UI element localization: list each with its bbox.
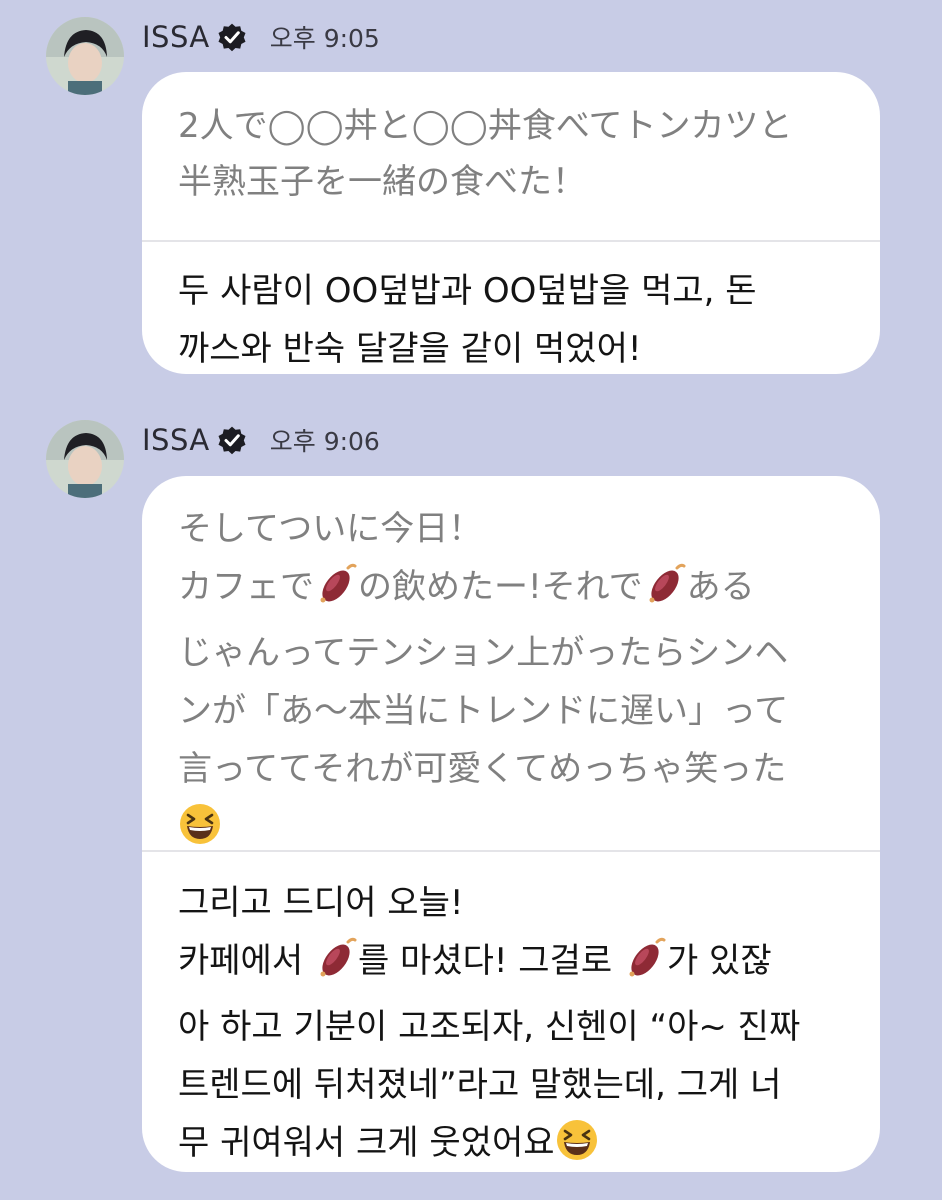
translated-text: 그리고 드디어 오늘! 카페에서 를 마셨다! 그걸로 가 있잖 아 하고 기분…	[142, 852, 880, 1180]
laughing-emoji	[178, 802, 222, 864]
verified-badge-icon	[216, 21, 248, 53]
message-bubble[interactable]: そしてついに今日！ カフェで の飲めたー!それで ある じゃんってテンション上がった…	[142, 476, 880, 1172]
original-text: 2人で◯◯丼と◯◯丼食べてトンカツと 半熟玉子を一緒の食べた！	[178, 106, 793, 202]
translated-text: 두 사람이 OO덮밥과 OO덮밥을 먹고, 돈 까스와 반숙 달걀을 같이 먹었…	[178, 271, 757, 369]
sender-name[interactable]: ISSA	[142, 423, 210, 457]
message-time: 오후 9:05	[269, 24, 380, 53]
original-text-part-2: の飲めたー!それで	[358, 567, 643, 607]
sender-row: ISSA 오후 9:05	[142, 17, 380, 57]
verified-badge-icon	[216, 424, 248, 456]
laughing-emoji	[555, 1118, 599, 1180]
translated-text-part-2: 를 마셨다! 그걸로	[357, 941, 623, 981]
sweet-potato-emoji	[314, 562, 358, 624]
sweet-potato-emoji	[314, 936, 358, 998]
sweet-potato-emoji	[643, 562, 687, 624]
sender-row: ISSA 오후 9:06	[142, 420, 380, 460]
message-bubble[interactable]: 2人で◯◯丼と◯◯丼食べてトンカツと 半熟玉子を一緒の食べた！ 두 사람이 OO…	[142, 72, 880, 374]
sweet-potato-emoji	[623, 936, 667, 998]
message-time: 오후 9:06	[269, 427, 380, 456]
avatar[interactable]	[46, 17, 124, 95]
original-text: そしてついに今日！ カフェで の飲めたー!それで ある じゃんってテンション上がった…	[142, 476, 880, 844]
avatar[interactable]	[46, 420, 124, 498]
sender-name[interactable]: ISSA	[142, 20, 210, 54]
